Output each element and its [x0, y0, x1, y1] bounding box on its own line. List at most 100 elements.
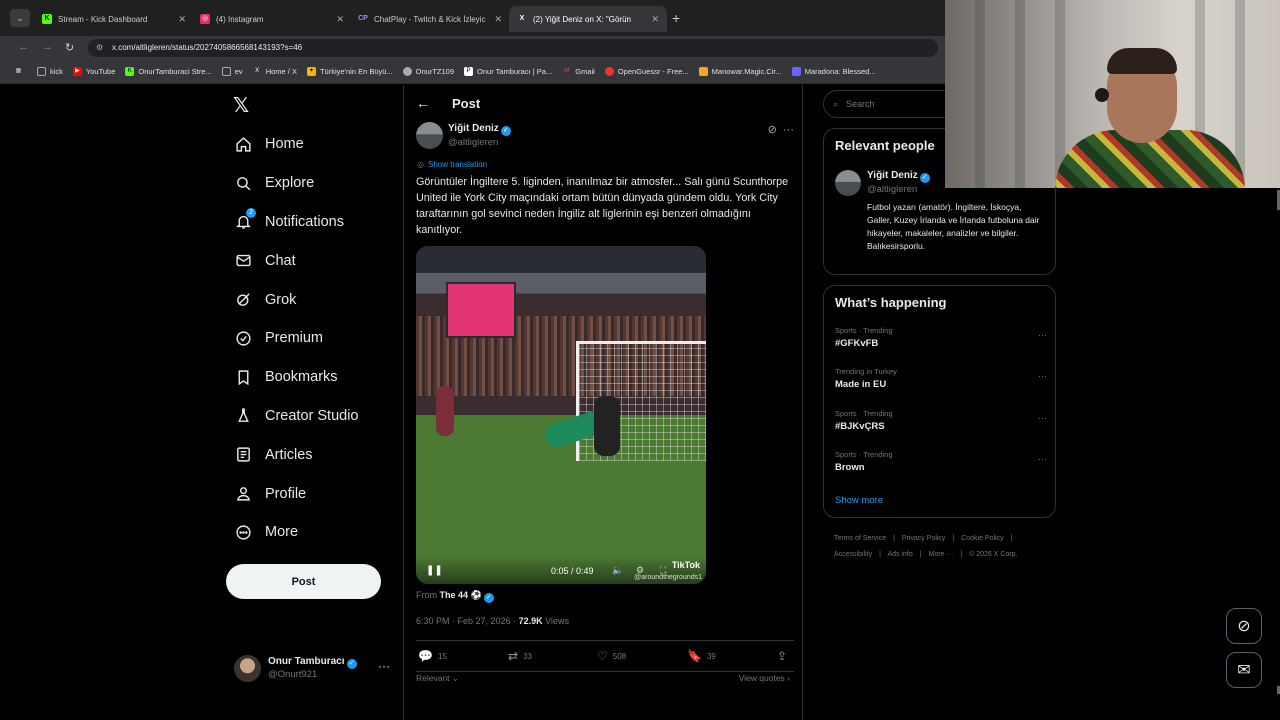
close-icon[interactable]: ✕	[336, 14, 344, 25]
footer-link[interactable]: More ···	[929, 551, 954, 558]
reply-sort-dropdown[interactable]: Relevant ⌄	[416, 673, 459, 684]
back-arrow-icon[interactable]: ←	[416, 95, 430, 111]
post-meta: 6:30 PM · Feb 27, 2026 · 72.9K Views	[416, 616, 569, 626]
nav-more[interactable]: More	[226, 513, 396, 552]
share-button[interactable]: ⇪	[777, 649, 792, 663]
more-dots-icon[interactable]: ···	[783, 124, 794, 136]
bookmark-item[interactable]: X Home / X	[253, 67, 297, 76]
nav-notifications[interactable]: 2 Notifications	[226, 203, 396, 242]
address-bar-row: ← → ↻ ⚙ x.com/altligleren/status/2027405…	[0, 36, 945, 60]
tab-instagram[interactable]: ◎ (4) Instagram ✕	[192, 6, 352, 32]
show-translation-link[interactable]: ◎ Show translation	[417, 160, 487, 169]
trend-category: Trending in Turkey	[835, 367, 897, 376]
tab-chatplay[interactable]: CP ChatPlay - Twitch & Kick İzleyic ✕	[350, 6, 510, 32]
bookmark-item[interactable]: Maradona: Blessed...	[791, 67, 876, 76]
avatar[interactable]	[416, 122, 443, 149]
avatar[interactable]	[835, 170, 861, 196]
bookmark-item[interactable]: kick	[37, 67, 63, 76]
more-dots-icon[interactable]: ···	[1038, 454, 1047, 464]
bookmark-item[interactable]: ev	[221, 67, 243, 76]
like-button[interactable]: ♡ 508	[597, 649, 626, 663]
nav-bookmarks[interactable]: Bookmarks	[226, 358, 396, 397]
bookmark-item[interactable]: ▶ YouTube	[72, 67, 115, 76]
account-switcher[interactable]: Onur Tamburacı ✓ @Onurt921 ···	[234, 653, 394, 683]
more-dots-icon[interactable]: ···	[1038, 413, 1047, 423]
bookmark-item[interactable]: M Gmail	[562, 67, 595, 76]
footer-link[interactable]: Cookie Policy	[961, 535, 1003, 542]
bookmark-item[interactable]: OnurTZ109	[402, 67, 454, 76]
nav-chat[interactable]: Chat	[226, 241, 396, 280]
nav-premium[interactable]: Premium	[226, 319, 396, 358]
post-button[interactable]: Post	[226, 564, 381, 599]
bookmark-item[interactable]: OpenGuessr - Free...	[604, 67, 689, 76]
grok-floating-button[interactable]: ⊘	[1226, 608, 1262, 644]
show-more-link[interactable]: Show more	[835, 495, 883, 506]
bookmark-item[interactable]: K OnurTamburaci Stre...	[125, 67, 212, 76]
trend-item[interactable]: Sports · Trending #BJKvÇRS ···	[835, 409, 1047, 441]
author-handle[interactable]: @altligleren	[448, 137, 498, 148]
bookmark-item[interactable]: Manowar.Magic.Cir...	[698, 67, 782, 76]
webcam-overlay	[945, 0, 1280, 188]
notification-badge: 2	[246, 207, 256, 218]
reload-icon[interactable]: ↻	[65, 41, 74, 54]
tab-x-post[interactable]: X (2) Yiğit Deniz on X: "Görün ✕	[509, 6, 667, 32]
footer-link[interactable]: Terms of Service	[834, 535, 886, 542]
grok-icon: ⊘	[1237, 618, 1251, 635]
apps-grid-icon[interactable]: ▦	[14, 67, 27, 76]
nav-label: Bookmarks	[265, 369, 338, 386]
author-name[interactable]: Yiğit Deniz	[448, 123, 499, 134]
more-dots-icon[interactable]: ···	[378, 659, 390, 673]
new-tab-button[interactable]: +	[672, 10, 680, 26]
trend-item[interactable]: Sports · Trending #GFKvFB ···	[835, 326, 1047, 358]
tab-search-dropdown[interactable]: ⌄	[10, 9, 30, 27]
close-icon[interactable]: ✕	[178, 14, 186, 25]
more-dots-icon[interactable]: ···	[1038, 330, 1047, 340]
verified-icon	[234, 329, 252, 347]
forward-arrow-icon[interactable]: →	[42, 41, 53, 53]
nav-profile[interactable]: Profile	[226, 474, 396, 513]
footer-link[interactable]: Accessibility	[834, 551, 872, 558]
volume-icon[interactable]: 🔈	[612, 565, 623, 576]
reply-button[interactable]: 💬 15	[418, 649, 447, 663]
close-icon[interactable]: ✕	[651, 14, 659, 25]
footer-link[interactable]: Privacy Policy	[902, 535, 946, 542]
view-quotes-link[interactable]: View quotes ›	[739, 673, 790, 683]
nav-articles[interactable]: Articles	[226, 435, 396, 474]
nav-creator-studio[interactable]: Creator Studio	[226, 397, 396, 436]
post-actions: 💬 15 ⇄ 33 ♡ 508 🔖 39 ⇪	[416, 640, 794, 672]
back-arrow-icon[interactable]: ←	[18, 41, 29, 53]
nav-label: Grok	[265, 291, 297, 308]
post-timestamp[interactable]: 6:30 PM · Feb 27, 2026 ·	[416, 616, 519, 626]
x-logo-icon[interactable]: 𝕏	[233, 93, 249, 118]
bookmark-button[interactable]: 🔖 39	[687, 649, 716, 663]
video-player[interactable]: ❚❚ 0:05 / 0:49 🔈 ⚙ ⛶ TikTok @aroundthegr…	[416, 246, 706, 584]
site-info-icon[interactable]: ⚙	[96, 39, 103, 57]
grok-icon[interactable]: ⊘	[768, 124, 777, 136]
globe-icon	[402, 67, 412, 76]
person-name[interactable]: Yiğit Deniz	[867, 170, 918, 181]
from-account[interactable]: The 44 ⚽	[440, 590, 482, 600]
tab-kick-dashboard[interactable]: K Stream - Kick Dashboard ✕	[34, 6, 194, 32]
close-icon[interactable]: ✕	[494, 14, 502, 25]
pause-icon[interactable]: ❚❚	[426, 565, 443, 576]
trend-item[interactable]: Sports · Trending Brown ···	[835, 450, 1047, 482]
nav-home[interactable]: Home	[226, 125, 396, 164]
nav-label: Premium	[265, 330, 324, 347]
trend-item[interactable]: Trending in Turkey Made in EU ···	[835, 367, 1047, 399]
site-icon	[604, 67, 614, 76]
url-bar[interactable]: ⚙ x.com/altligleren/status/2027405866568…	[88, 39, 938, 57]
repost-button[interactable]: ⇄ 33	[508, 649, 532, 663]
messages-floating-button[interactable]: ✉	[1226, 652, 1262, 688]
flask-icon	[234, 407, 252, 425]
footer-link[interactable]: Ads info	[887, 551, 912, 558]
person-handle: @altligleren	[867, 184, 918, 195]
nav-grok[interactable]: Grok	[226, 280, 396, 319]
bookmark-item[interactable]: ✦ Türkiye'nin En Büyü...	[306, 67, 393, 76]
person-icon	[234, 485, 252, 503]
bookmark-item[interactable]: P Onur Tamburacı | Pa...	[464, 67, 552, 76]
tab-title: (2) Yiğit Deniz on X: "Görün	[533, 14, 631, 24]
article-icon	[234, 446, 252, 464]
post-column: ← Post Yiğit Deniz ✓ @altligleren ⊘ ··· ◎…	[403, 85, 803, 720]
more-dots-icon[interactable]: ···	[1038, 371, 1047, 381]
nav-explore[interactable]: Explore	[226, 164, 396, 203]
